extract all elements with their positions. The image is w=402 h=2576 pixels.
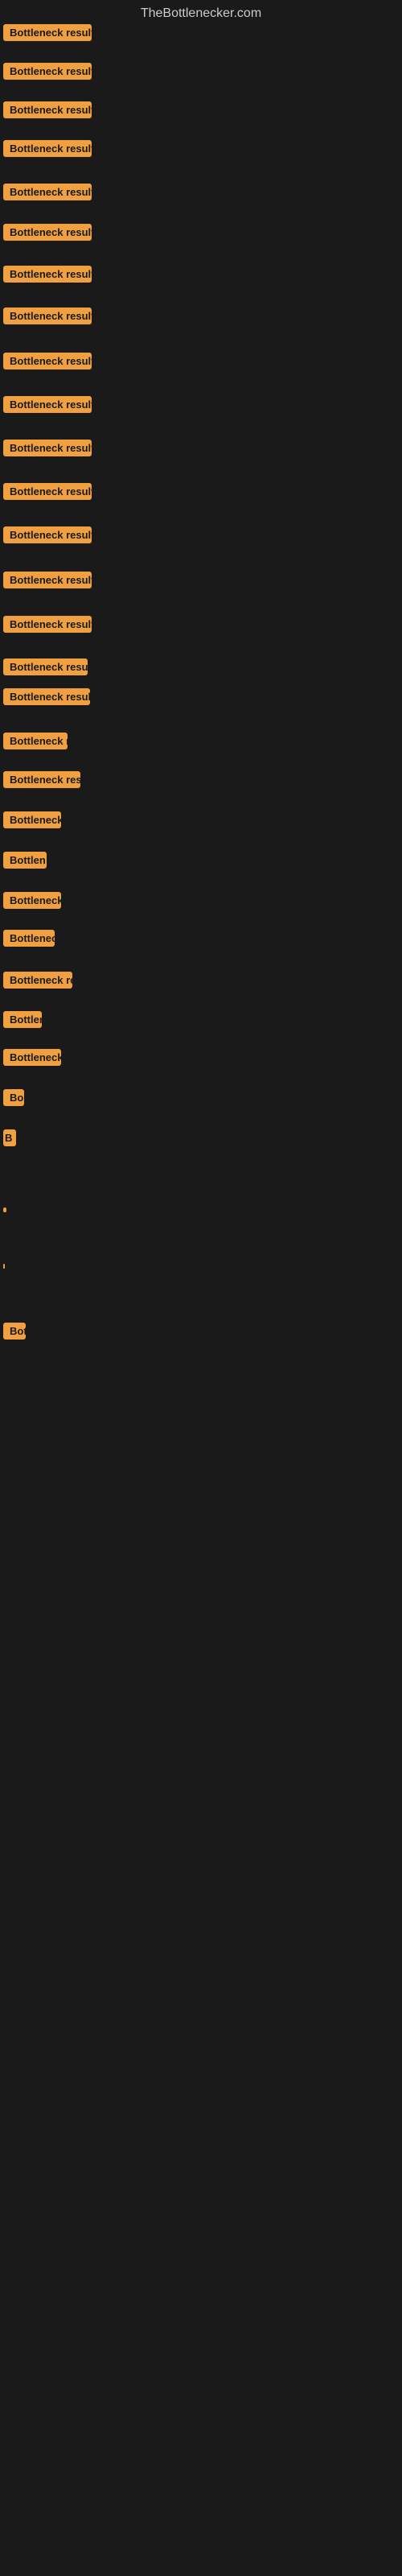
bottleneck-badge-7: Bottleneck result — [3, 266, 92, 283]
bottleneck-row-14: Bottleneck result — [3, 572, 92, 592]
bottleneck-badge-11: Bottleneck result — [3, 440, 92, 456]
bottleneck-row-24: Bottleneck re — [3, 972, 72, 993]
bottleneck-badge-26: Bottleneck — [3, 1049, 61, 1066]
bottleneck-row-1: Bottleneck result — [3, 24, 92, 45]
bottleneck-badge-13: Bottleneck result — [3, 526, 92, 543]
bottleneck-row-27: Bo — [3, 1089, 24, 1110]
bottleneck-row-10: Bottleneck result — [3, 396, 92, 417]
bottleneck-badge-21: Bottlen — [3, 852, 47, 869]
bottleneck-badge-4: Bottleneck result — [3, 140, 92, 157]
bottleneck-badge-25: Bottler — [3, 1011, 42, 1028]
bottleneck-row-30 — [3, 1258, 5, 1273]
bottleneck-row-8: Bottleneck result — [3, 308, 92, 328]
bottleneck-badge-10: Bottleneck result — [3, 396, 92, 413]
bottleneck-row-13: Bottleneck result — [3, 526, 92, 547]
bottleneck-row-22: Bottleneck — [3, 892, 61, 913]
bottleneck-row-19: Bottleneck resu — [3, 771, 80, 792]
bottleneck-row-12: Bottleneck result — [3, 483, 92, 504]
bottleneck-badge-31: Bot — [3, 1323, 26, 1340]
bottleneck-row-31: Bot — [3, 1323, 26, 1344]
bottleneck-badge-23: Bottlenec — [3, 930, 55, 947]
bottleneck-badge-15: Bottleneck result — [3, 616, 92, 633]
bottleneck-row-17: Bottleneck result — [3, 688, 90, 709]
bottleneck-badge-28: B — [3, 1129, 16, 1146]
bottleneck-badge-27: Bo — [3, 1089, 24, 1106]
site-title: TheBottlenecker.com — [0, 0, 402, 24]
bottleneck-row-11: Bottleneck result — [3, 440, 92, 460]
bottleneck-badge-14: Bottleneck result — [3, 572, 92, 588]
bottleneck-badge-12: Bottleneck result — [3, 483, 92, 500]
bottleneck-badge-17: Bottleneck result — [3, 688, 90, 705]
bottleneck-row-5: Bottleneck result — [3, 184, 92, 204]
bottleneck-row-4: Bottleneck result — [3, 140, 92, 161]
bottleneck-row-6: Bottleneck result — [3, 224, 92, 245]
bottleneck-row-3: Bottleneck result — [3, 101, 92, 122]
bottleneck-badge-19: Bottleneck resu — [3, 771, 80, 788]
bottleneck-badge-30 — [3, 1264, 5, 1269]
bottleneck-badge-24: Bottleneck re — [3, 972, 72, 989]
bottleneck-badge-9: Bottleneck result — [3, 353, 92, 369]
bottleneck-row-25: Bottler — [3, 1011, 42, 1032]
bottleneck-badge-2: Bottleneck result — [3, 63, 92, 80]
bottleneck-badge-5: Bottleneck result — [3, 184, 92, 200]
bottleneck-badge-22: Bottleneck — [3, 892, 61, 909]
bottleneck-row-16: Bottleneck result — [3, 658, 88, 679]
bottleneck-row-2: Bottleneck result — [3, 63, 92, 84]
bottleneck-row-28: B — [3, 1129, 16, 1150]
bottleneck-badge-16: Bottleneck result — [3, 658, 88, 675]
bottleneck-row-20: Bottleneck — [3, 811, 61, 832]
bottleneck-row-7: Bottleneck result — [3, 266, 92, 287]
bottleneck-badge-8: Bottleneck result — [3, 308, 92, 324]
bottleneck-badge-18: Bottleneck r — [3, 733, 68, 749]
bottleneck-badge-1: Bottleneck result — [3, 24, 92, 41]
bottleneck-row-23: Bottlenec — [3, 930, 55, 951]
bottleneck-row-18: Bottleneck r — [3, 733, 68, 753]
bottleneck-row-15: Bottleneck result — [3, 616, 92, 637]
bottleneck-badge-20: Bottleneck — [3, 811, 61, 828]
bottleneck-badge-6: Bottleneck result — [3, 224, 92, 241]
bottleneck-row-9: Bottleneck result — [3, 353, 92, 374]
bottleneck-badge-3: Bottleneck result — [3, 101, 92, 118]
bottleneck-row-26: Bottleneck — [3, 1049, 61, 1070]
bottleneck-row-29 — [3, 1202, 6, 1216]
bottleneck-row-21: Bottlen — [3, 852, 47, 873]
bottleneck-badge-29 — [3, 1208, 6, 1212]
